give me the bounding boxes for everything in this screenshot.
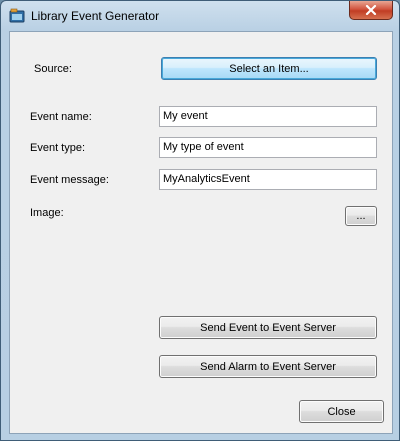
event-message-label: Event message:: [30, 174, 109, 186]
client-area: Source: Select an Item... Event name: My…: [9, 31, 393, 434]
window-title: Library Event Generator: [31, 9, 160, 23]
title-bar[interactable]: Library Event Generator: [1, 1, 399, 31]
event-type-field[interactable]: My type of event: [159, 137, 377, 158]
close-icon: [365, 5, 377, 15]
source-label: Source:: [34, 63, 72, 75]
event-message-field[interactable]: MyAnalyticsEvent: [159, 169, 377, 190]
event-type-label: Event type:: [30, 142, 86, 154]
app-window: Library Event Generator Source: Select a…: [0, 0, 400, 441]
image-label: Image:: [30, 207, 64, 219]
send-alarm-button[interactable]: Send Alarm to Event Server: [159, 355, 377, 378]
close-window-button[interactable]: [349, 1, 393, 20]
application-window-icon: [9, 8, 25, 24]
event-name-label: Event name:: [30, 111, 92, 123]
select-item-button[interactable]: Select an Item...: [161, 57, 377, 80]
image-browse-button[interactable]: ...: [345, 206, 377, 226]
send-event-button[interactable]: Send Event to Event Server: [159, 316, 377, 339]
event-name-field[interactable]: My event: [159, 106, 377, 127]
close-button[interactable]: Close: [299, 400, 384, 423]
